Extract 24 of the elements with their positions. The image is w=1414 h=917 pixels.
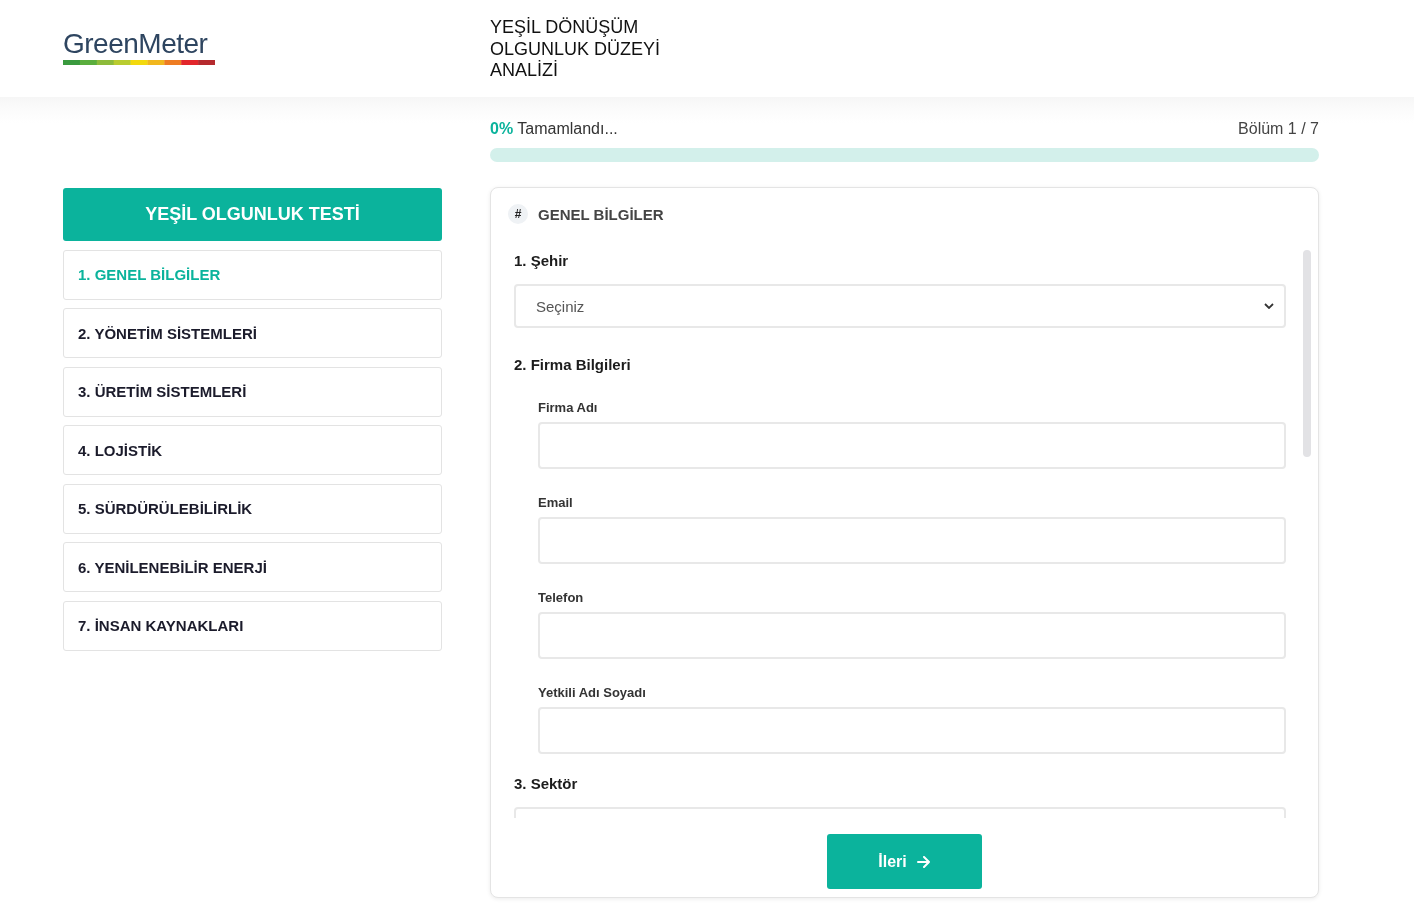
progress-text: 0% Tamamlandı... xyxy=(490,120,618,138)
scrollbar-thumb[interactable] xyxy=(1303,250,1311,457)
sidebar-item[interactable]: 6. YENİLENEBİLİR ENERJİ xyxy=(63,542,442,592)
field-label: Firma Adı xyxy=(538,400,598,416)
section-title: GENEL BİLGİLER xyxy=(538,205,664,223)
question-label: 3. Sektör xyxy=(514,774,579,794)
field-label: Yetkili Adı Soyadı xyxy=(538,685,646,701)
sidebar-item[interactable]: 5. SÜRDÜRÜLEBİLİRLİK xyxy=(63,483,442,534)
field-label: Telefon xyxy=(538,590,584,606)
question-label: 1. Şehir xyxy=(514,251,570,271)
arrow-right-icon xyxy=(916,855,931,868)
sidebar-title: YEŞİL OLGUNLUK TESTİ xyxy=(63,188,442,241)
section-badge: # xyxy=(508,204,528,224)
sidebar-item[interactable]: 7. İNSAN KAYNAKLARI xyxy=(63,600,442,651)
section-counter: Bölüm 1 / 7 xyxy=(1238,120,1319,138)
page-title: YEŞİL DÖNÜŞÜM OLGUNLUK DÜZEYİ ANALİZİ xyxy=(490,16,662,82)
sidebar-item[interactable]: 3. ÜRETİM SİSTEMLERİ xyxy=(63,366,442,417)
question-label: 2. Firma Bilgileri xyxy=(514,355,632,375)
sidebar-item[interactable]: 2. YÖNETİM SİSTEMLERİ xyxy=(63,308,442,358)
sidebar-item[interactable]: 4. LOJİSTİK xyxy=(63,425,442,475)
select-field[interactable]: Seçiniz xyxy=(514,284,1286,328)
logo[interactable]: GreenMeter xyxy=(63,28,215,65)
field-label: Email xyxy=(538,495,573,511)
chevron-down-icon xyxy=(1264,303,1274,309)
